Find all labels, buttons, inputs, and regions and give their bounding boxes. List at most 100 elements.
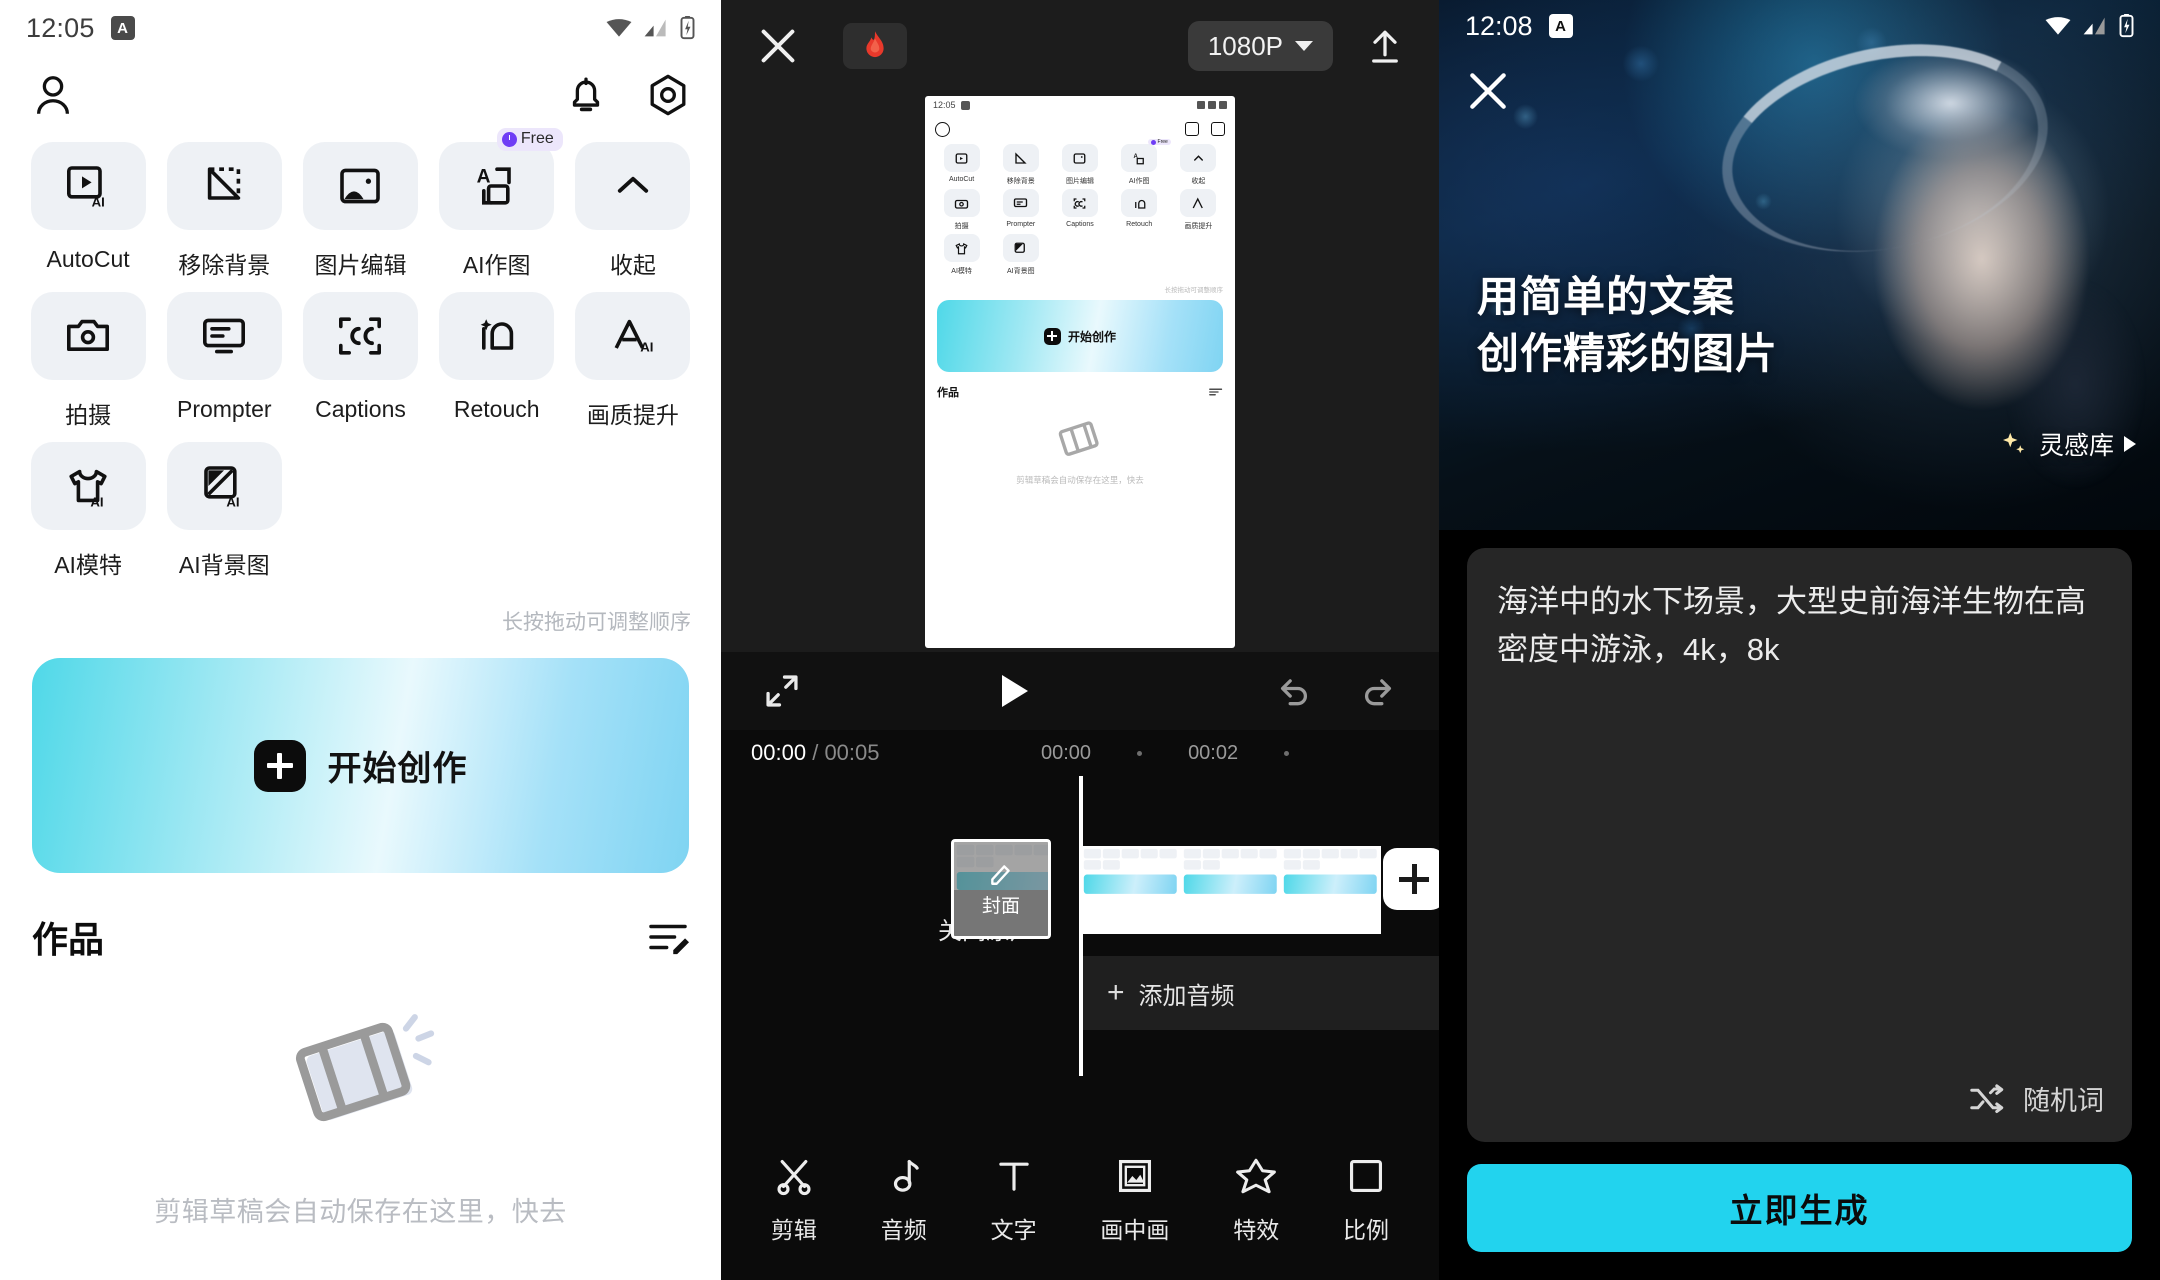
preview-frame-content: 12:05 AutoCut 移除背景 图片编辑 Free A AI作图 收起 拍… [925, 96, 1235, 648]
mock-signal-icon [1208, 101, 1216, 109]
tool-ai-image[interactable]: Free A AI作图 [429, 128, 565, 280]
editor-top-bar: 1080P [721, 0, 1439, 92]
ruler-tick-0: 00:00 [1041, 741, 1092, 764]
playhead[interactable] [1079, 776, 1083, 1076]
camera-icon [67, 319, 110, 351]
tool-ai-model[interactable]: AI AI模特 [20, 442, 156, 580]
tool-collapse[interactable]: 收起 [565, 142, 701, 280]
close-icon[interactable] [755, 23, 801, 69]
mock-empty-text: 剪辑草稿会自动保存在这里，快去 [1016, 475, 1144, 485]
plus-icon: + [1107, 976, 1125, 1009]
start-create-button[interactable]: 开始创作 [32, 658, 689, 873]
add-audio-track[interactable]: + 添加音频 [1079, 956, 1439, 1030]
hero-title: 用简单的文案 创作精彩的图片 [1477, 269, 1778, 382]
add-audio-label: 添加音频 [1138, 982, 1235, 1010]
mock-free-badge: Free [1147, 139, 1171, 145]
upload-icon[interactable] [1365, 26, 1405, 66]
mock-tool-tile [1180, 189, 1217, 217]
toolbar-item-text[interactable]: 文字 [991, 1155, 1037, 1245]
video-preview[interactable]: 12:05 AutoCut 移除背景 图片编辑 Free A AI作图 收起 拍… [721, 92, 1439, 652]
add-clip-button[interactable] [1383, 848, 1439, 910]
gear-icon[interactable] [645, 72, 691, 118]
edit-list-icon[interactable] [647, 916, 689, 958]
tool-tile [166, 292, 282, 380]
mock-free-label: Free [1157, 139, 1168, 145]
tool-label: 拍摄 [65, 402, 112, 428]
tool-autocut[interactable]: AI AutoCut [20, 142, 156, 280]
mock-battery-icon [1219, 101, 1227, 109]
tool-label: 收起 [609, 252, 656, 278]
close-icon[interactable] [1463, 66, 1513, 116]
ruler-dot [1137, 750, 1143, 756]
toolbar-item-edit[interactable]: 剪辑 [771, 1155, 817, 1245]
mock-works-title: 作品 [937, 387, 959, 399]
expand-icon[interactable] [763, 672, 801, 710]
toolbar-item-effects[interactable]: 特效 [1233, 1155, 1279, 1245]
hero-title-line1: 用简单的文案 [1477, 273, 1736, 321]
bell-icon[interactable] [563, 72, 609, 118]
toolbar-item-pip[interactable]: 画中画 [1100, 1155, 1169, 1245]
mock-edit-list-icon [1209, 388, 1223, 396]
battery-charging-icon [2119, 14, 2134, 38]
mock-create-label: 开始创作 [1067, 329, 1116, 344]
play-icon[interactable] [1002, 675, 1028, 707]
timeline-tracks[interactable]: 关闭原声 封面 [721, 776, 1439, 1138]
video-clip-strip[interactable] [1081, 846, 1381, 934]
mock-tool: Prompter [991, 189, 1050, 231]
mock-tool-tile [1180, 144, 1217, 172]
thumb-art [1281, 846, 1381, 894]
redo-icon[interactable] [1359, 672, 1397, 710]
chevron-down-icon [1295, 41, 1313, 51]
tool-shoot[interactable]: 拍摄 [20, 292, 156, 430]
random-words-button[interactable]: 随机词 [1969, 1079, 2104, 1118]
undo-icon[interactable] [1275, 672, 1313, 710]
timecode: 00:00 / 00:05 [751, 740, 880, 766]
mock-bell-icon [1185, 122, 1199, 136]
music-note-icon [893, 1159, 919, 1192]
mock-tool-label: AutoCut [948, 176, 975, 183]
tool-remove-background[interactable]: 移除背景 [156, 142, 292, 280]
tool-ai-background[interactable]: AI AI背景图 [156, 442, 292, 580]
generate-now-button[interactable]: 立即生成 [1467, 1164, 2132, 1252]
mock-clock-icon [1150, 139, 1156, 145]
text-t-icon [998, 1162, 1029, 1191]
inspiration-library-link[interactable]: 灵感库 [1999, 426, 2136, 462]
tool-tile [302, 292, 418, 380]
start-create-row: 开始创作 [253, 739, 468, 792]
person-icon[interactable] [30, 72, 76, 118]
cover-clip[interactable]: 封面 [951, 839, 1051, 939]
tool-tile [166, 142, 282, 230]
battery-charging-icon [680, 16, 695, 40]
clip-thumbnail [1281, 846, 1381, 934]
signal-icon [644, 19, 666, 37]
mock-tool: 拍摄 [932, 189, 991, 231]
toolbar-item-audio[interactable]: 音频 [881, 1155, 927, 1245]
panel-home-screen: 12:05 A AI AutoCut 移除背景 图片编辑 Free A AI作图… [0, 0, 721, 1280]
prompt-input[interactable]: 海洋中的水下场景，大型史前海洋生物在高密度中游泳，4k，8k 随机词 [1467, 548, 2132, 1142]
mock-tool-label: AI作图 [1128, 178, 1150, 185]
flame-button[interactable] [843, 23, 907, 69]
tool-image-edit[interactable]: 图片编辑 [292, 142, 428, 280]
panel-ai-image-generator: 12:08 A 用简单的文案 创作精彩的图片 灵感库 海洋中的水下场景，大型史前… [1439, 0, 2160, 1280]
svg-text:AI: AI [90, 494, 103, 509]
scissors-icon [777, 1159, 811, 1196]
resolution-selector[interactable]: 1080P [1187, 21, 1333, 71]
ruler-dot [1284, 750, 1290, 756]
prompter-icon [203, 318, 246, 354]
mock-tool: AI背景图 [991, 234, 1050, 276]
mock-tool-tile [1002, 234, 1039, 262]
mock-tool-label: 画质提升 [1184, 223, 1213, 230]
home-top-bar [0, 56, 721, 134]
tool-prompter[interactable]: Prompter [156, 292, 292, 430]
clock-icon [501, 131, 517, 147]
panel-video-editor: 1080P 12:05 AutoCut 移除背景 图片编辑 Free A AI作… [721, 0, 1439, 1280]
picture-in-picture-icon [1118, 1159, 1151, 1193]
mock-film-strip-icon [1058, 421, 1099, 456]
tool-quality-enhance[interactable]: AI 画质提升 [565, 292, 701, 430]
toolbar-item-ratio[interactable]: 比例 [1343, 1155, 1389, 1245]
tool-retouch[interactable]: Retouch [429, 292, 565, 430]
drag-hint: 长按拖动可调整顺序 [502, 611, 691, 634]
status-app-badge: A [1548, 14, 1573, 38]
tool-captions[interactable]: Captions [292, 292, 428, 430]
mock-status-bar: 12:05 [925, 96, 1235, 114]
